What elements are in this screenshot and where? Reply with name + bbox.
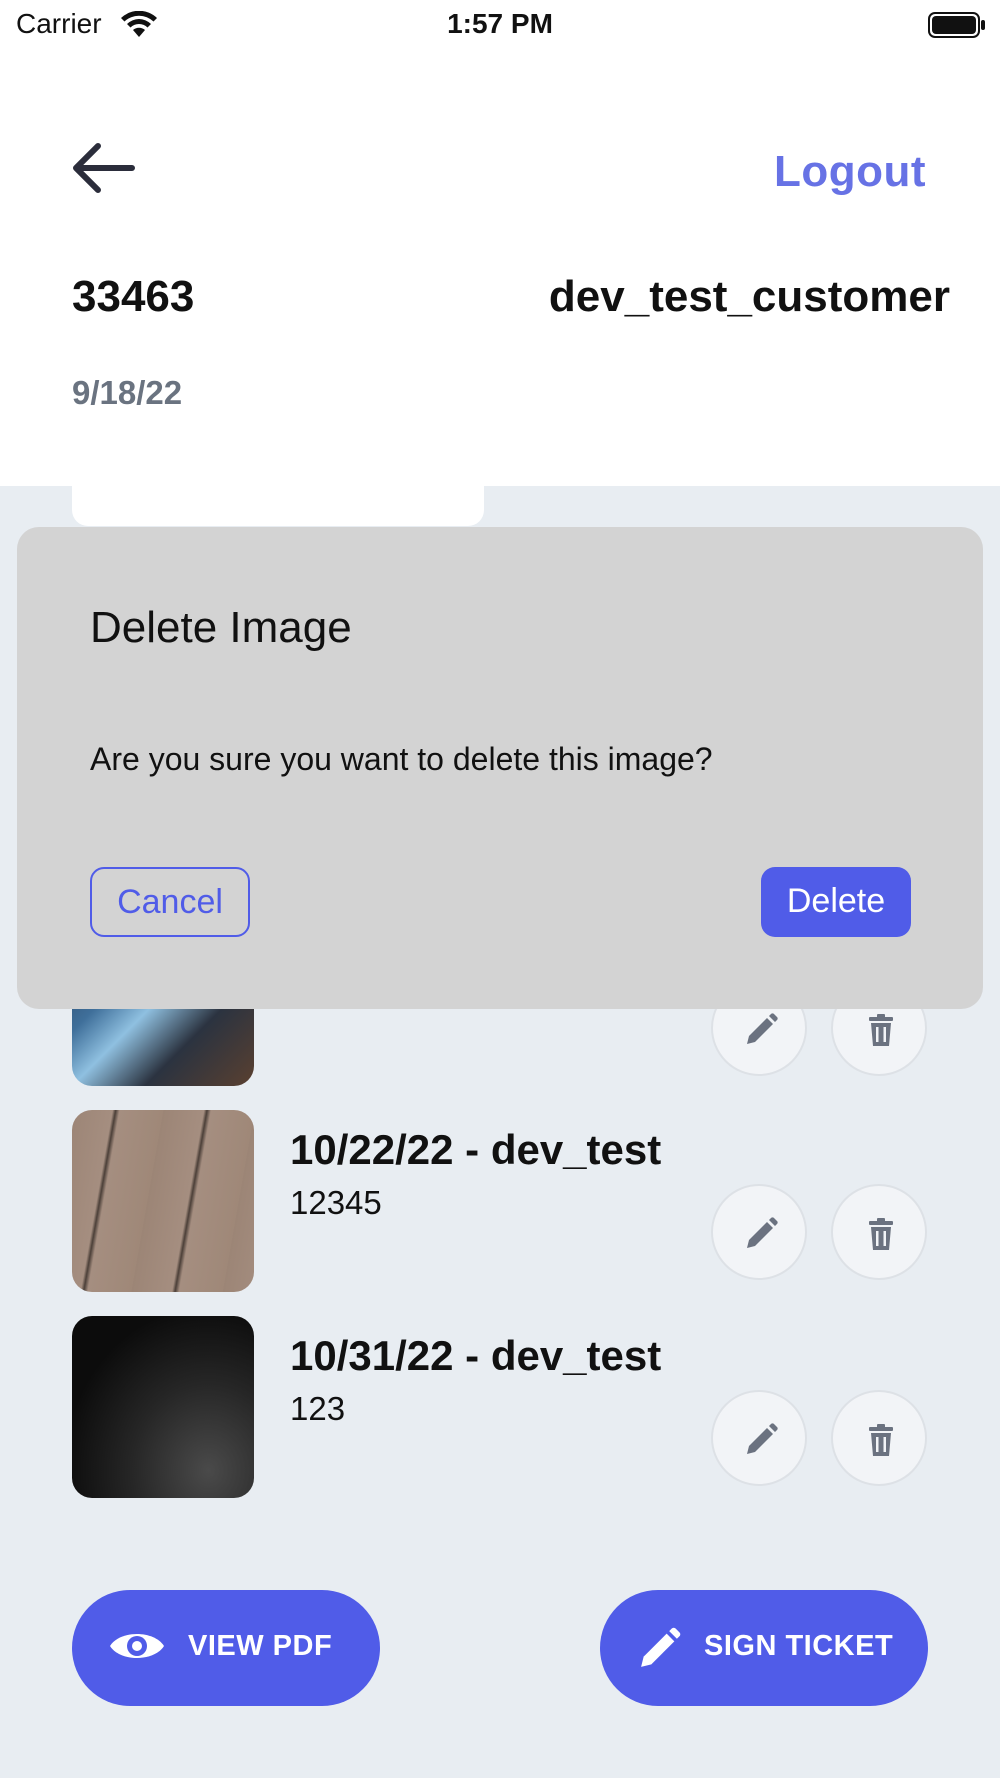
dialog-message: Are you sure you want to delete this ima… [90,741,713,777]
ticket-date: 9/18/22 [72,374,183,411]
view-pdf-button[interactable]: VIEW PDF [72,1590,380,1706]
ticket-header: Logout 33463 dev_test_customer 9/18/22 [0,52,1000,486]
sign-ticket-label: SIGN TICKET [704,1630,894,1662]
image-subtitle: 12345 [290,1184,382,1221]
logout-button[interactable]: Logout [774,147,926,197]
battery-icon [928,12,985,38]
customer-name: dev_test_customer [548,272,950,321]
back-button[interactable] [70,142,136,194]
delete-image-dialog: Delete Image Are you sure you want to de… [17,527,983,1009]
image-thumbnail[interactable] [72,1316,254,1498]
eye-icon [110,1634,164,1658]
sign-ticket-button[interactable]: SIGN TICKET [600,1590,928,1706]
edit-image-button[interactable] [711,1184,807,1280]
delete-image-button[interactable] [831,1390,927,1486]
status-bar: Carrier 1:57 PM [0,0,1000,52]
cancel-button[interactable]: Cancel [90,867,250,937]
image-title: 10/31/22 - dev_test [290,1332,662,1379]
image-thumbnail[interactable] [72,1110,254,1292]
image-subtitle: 123 [290,1390,346,1427]
ticket-id: 33463 [72,272,195,321]
image-title: 10/22/22 - dev_test [290,1126,662,1173]
confirm-delete-button[interactable]: Delete [761,867,911,937]
header-tab [72,486,484,526]
edit-image-button[interactable] [711,1390,807,1486]
pencil-icon [747,1217,778,1248]
trash-icon [869,1424,893,1456]
pencil-icon [641,1627,681,1667]
view-pdf-label: VIEW PDF [188,1630,333,1662]
clock: 1:57 PM [447,8,553,39]
trash-icon [869,1014,893,1046]
dialog-title: Delete Image [90,603,352,652]
pencil-icon [747,1423,778,1454]
trash-icon [869,1218,893,1250]
arrow-left-icon [73,143,135,193]
delete-image-button[interactable] [831,1184,927,1280]
pencil-icon [747,1013,778,1044]
